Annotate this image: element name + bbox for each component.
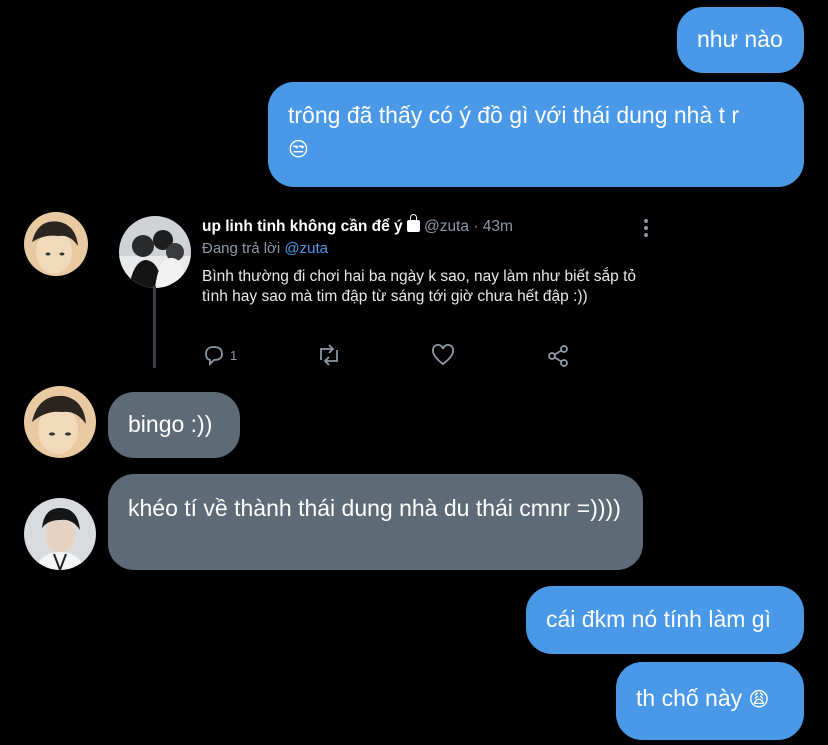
message-bubble-outgoing[interactable]: trông đã thấy có ý đồ gì với thái dung n… bbox=[268, 82, 804, 187]
tweet-header: up linh tinh không cần để ý @zuta · 43m bbox=[202, 214, 513, 236]
message-text: khéo tí về thành thái dung nhà du thái c… bbox=[128, 495, 621, 521]
lock-icon bbox=[406, 214, 420, 232]
reply-button[interactable]: 1 bbox=[202, 344, 237, 366]
tweet-text: Bình thường đi chơi hai ba ngày k sao, n… bbox=[202, 268, 636, 305]
reply-icon bbox=[205, 346, 223, 366]
tweet-author-name[interactable]: up linh tinh không cần để ý bbox=[202, 218, 403, 235]
thread-line bbox=[153, 286, 156, 368]
sender-avatar[interactable] bbox=[24, 386, 96, 458]
share-button[interactable] bbox=[546, 344, 570, 368]
message-bubble-incoming[interactable]: khéo tí về thành thái dung nhà du thái c… bbox=[108, 474, 643, 570]
like-icon bbox=[432, 344, 454, 366]
tweet-author-avatar[interactable] bbox=[119, 216, 191, 288]
message-text: cái đkm nó tính làm gì bbox=[546, 606, 771, 632]
message-text: như nào bbox=[697, 26, 783, 52]
message-bubble-incoming[interactable]: bingo :)) bbox=[108, 392, 240, 458]
replying-to-label: Đang trả lời bbox=[202, 240, 281, 257]
sender-avatar[interactable] bbox=[24, 212, 88, 276]
message-text: trông đã thấy có ý đồ gì với thái dung n… bbox=[288, 102, 740, 128]
replying-to: Đang trả lời @zuta bbox=[202, 240, 328, 257]
message-text: bingo :)) bbox=[128, 411, 213, 437]
tweet-handle[interactable]: @zuta bbox=[424, 218, 469, 235]
reply-count: 1 bbox=[230, 347, 238, 363]
tweet-time: · 43m bbox=[473, 218, 513, 235]
message-bubble-outgoing[interactable]: như nào bbox=[677, 7, 804, 73]
like-button[interactable] bbox=[431, 344, 455, 366]
retweet-button[interactable] bbox=[316, 344, 342, 366]
share-icon bbox=[548, 345, 568, 367]
more-icon[interactable] bbox=[641, 218, 651, 238]
replying-to-handle[interactable]: @zuta bbox=[284, 240, 328, 257]
emoji: 😩 bbox=[748, 689, 770, 711]
retweet-icon bbox=[320, 344, 338, 366]
message-bubble-outgoing[interactable]: cái đkm nó tính làm gì bbox=[526, 586, 804, 654]
message-text: th chố này bbox=[636, 685, 743, 711]
sender-avatar[interactable] bbox=[24, 498, 96, 570]
emoji: 😒 bbox=[288, 139, 309, 161]
message-bubble-outgoing[interactable]: th chố này 😩 bbox=[616, 662, 804, 740]
